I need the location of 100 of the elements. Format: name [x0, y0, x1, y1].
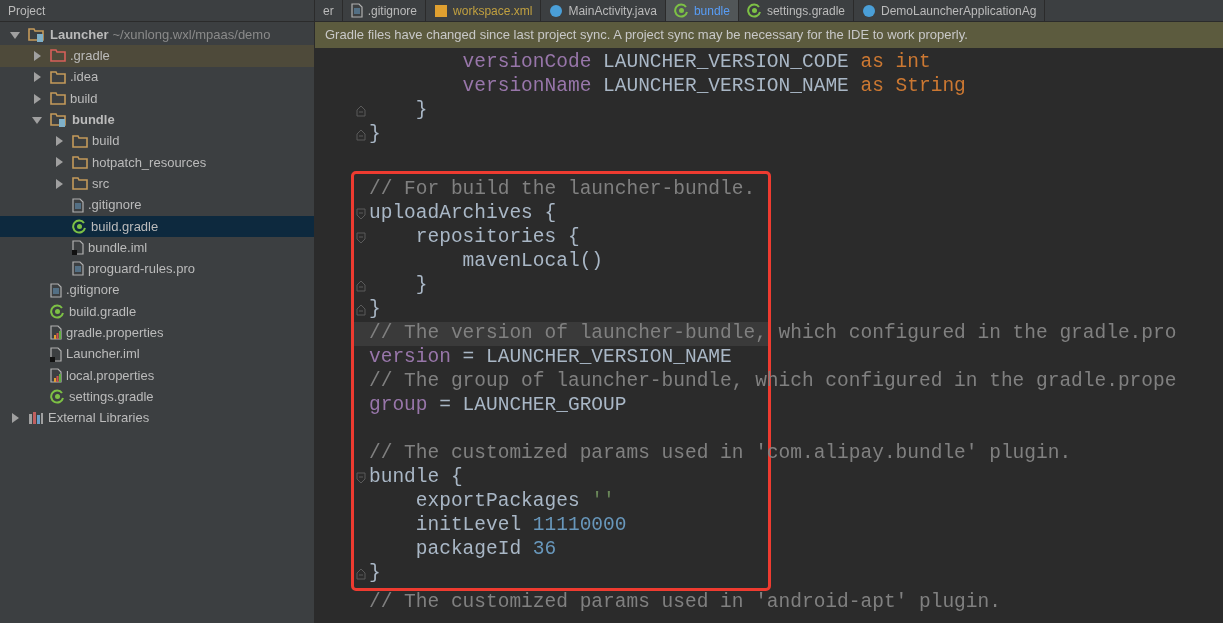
fold-marker-icon[interactable] — [356, 232, 366, 244]
module-folder-icon — [50, 112, 68, 127]
editor-tab[interactable]: settings.gradle — [738, 0, 854, 21]
tab-label: MainActivity.java — [568, 2, 657, 20]
tree-item[interactable]: hotpatch_resources — [0, 151, 314, 174]
code-line: mavenLocal() — [461, 249, 604, 275]
fold-marker-icon[interactable] — [356, 304, 366, 316]
tree-item-label: local.properties — [66, 366, 155, 385]
tree-item-label: gradle.properties — [66, 324, 164, 343]
tree-item[interactable]: .gitignore — [0, 194, 314, 216]
properties-file-icon — [50, 367, 62, 383]
tree-item-label: .gradle — [70, 47, 110, 66]
panel-title: Project — [8, 2, 46, 20]
tree-item-label: External Libraries — [48, 409, 150, 428]
properties-file-icon — [50, 325, 62, 341]
collapse-arrow-icon[interactable] — [32, 114, 42, 125]
fold-marker-icon[interactable] — [356, 568, 366, 580]
notification-text: Gradle files have changed since last project sync. A project sync may be necessary for the IDE to work properly. — [325, 26, 968, 45]
tree-item[interactable]: gradle.properties — [0, 322, 314, 344]
fold-marker-icon[interactable] — [356, 280, 366, 292]
class-icon — [862, 3, 876, 18]
tree-item[interactable]: bundle — [0, 109, 314, 131]
library-icon — [28, 411, 44, 425]
code-line: version = LAUNCHER_VERSION_NAME — [369, 345, 732, 371]
code-line: exportPackages '' — [414, 489, 615, 515]
tree-item[interactable]: .gradle — [0, 45, 314, 67]
code-line: // The customized params used in 'android-apt' plugin. — [369, 590, 1001, 616]
gradle-file-icon — [50, 389, 65, 405]
fold-marker-icon[interactable] — [356, 105, 366, 117]
project-path: ~/xunlong.wxl/mpaas/demo — [112, 25, 271, 44]
fold-marker-icon[interactable] — [356, 129, 366, 141]
tree-item-label: Launcher — [50, 25, 109, 44]
code-line: // For build the launcher-bundle. — [369, 177, 756, 203]
tree-item-label: bundle.iml — [88, 238, 148, 257]
code-line: } — [414, 273, 428, 299]
tree-item[interactable]: proguard-rules.pro — [0, 258, 314, 280]
tree-item[interactable]: local.properties — [0, 364, 314, 387]
module-file-icon — [72, 240, 84, 256]
gradle-file-icon — [746, 3, 762, 18]
code-line: // The version of launcher-bundle, which configured in the gradle.pro — [369, 321, 1177, 347]
expand-arrow-icon[interactable] — [54, 178, 64, 189]
tree-item-label: proguard-rules.pro — [88, 260, 195, 279]
tree-item[interactable]: build — [0, 87, 314, 110]
tab-label: er — [323, 2, 334, 20]
expand-arrow-icon[interactable] — [54, 157, 64, 168]
code-line: repositories { — [414, 225, 580, 251]
tree-item[interactable]: src — [0, 173, 314, 195]
tab-label: workspace.xml — [453, 2, 533, 20]
tree-item[interactable]: build.gradle — [0, 215, 314, 237]
gradle-file-icon — [673, 3, 689, 18]
tree-item[interactable]: .gitignore — [0, 279, 314, 301]
tree-item-label: bundle — [72, 111, 115, 130]
collapse-arrow-icon[interactable] — [10, 29, 20, 40]
tab-label: DemoLauncherApplicationAg — [881, 2, 1037, 20]
tree-item[interactable]: build.gradle — [0, 300, 314, 323]
expand-arrow-icon[interactable] — [54, 136, 64, 147]
editor-tab[interactable]: .gitignore — [342, 0, 427, 21]
code-line: } — [369, 561, 381, 587]
text-file-icon — [72, 261, 84, 277]
code-line: packageId 36 — [414, 537, 557, 563]
tree-item-label: settings.gradle — [69, 387, 154, 406]
tree-item-label: build.gradle — [69, 302, 137, 321]
text-file-icon — [72, 197, 84, 213]
expand-arrow-icon[interactable] — [10, 413, 20, 423]
folder-icon — [72, 155, 88, 169]
tree-item[interactable]: Launcher.iml — [0, 343, 314, 365]
editor-tab[interactable]: DemoLauncherApplicationAg — [854, 0, 1046, 21]
module-file-icon — [50, 346, 62, 362]
tree-item-label: Launcher.iml — [66, 345, 140, 364]
tree-item[interactable]: bundle.iml — [0, 236, 314, 259]
tab-label: bundle — [693, 2, 730, 20]
expand-arrow-icon[interactable] — [32, 72, 42, 83]
tree-item-label: build — [70, 89, 98, 108]
tree-item-label: build — [92, 132, 120, 151]
folder-icon — [50, 92, 66, 106]
tree-item-label: src — [92, 174, 110, 193]
xml-file-icon — [434, 3, 449, 18]
code-line: } — [414, 98, 428, 124]
tree-item[interactable]: build — [0, 130, 314, 152]
code-line: versionName LAUNCHER_VERSION_NAME as String — [461, 74, 966, 100]
expand-arrow-icon[interactable] — [32, 93, 42, 104]
code-line: versionCode LAUNCHER_VERSION_CODE as int — [461, 50, 931, 76]
code-line: uploadArchives { — [369, 201, 557, 227]
tree-item-label: .idea — [70, 68, 99, 87]
expand-arrow-icon[interactable] — [32, 50, 42, 61]
editor-tab[interactable]: workspace.xml — [426, 0, 542, 21]
fold-marker-icon[interactable] — [356, 208, 366, 220]
folder-icon — [72, 177, 88, 191]
editor-tab[interactable]: er — [315, 0, 343, 21]
tree-item[interactable]: .idea — [0, 66, 314, 88]
tree-item-label: hotpatch_resources — [92, 153, 207, 172]
tree-item[interactable]: External Libraries — [0, 407, 314, 429]
fold-marker-icon[interactable] — [356, 472, 366, 484]
tree-item[interactable]: settings.gradle — [0, 386, 314, 408]
editor-tab[interactable]: MainActivity.java — [541, 0, 666, 21]
tree-item-label: .gitignore — [66, 281, 120, 300]
tree-item[interactable]: Launcher ~/xunlong.wxl/mpaas/demo — [0, 24, 314, 46]
module-folder-icon — [28, 27, 46, 42]
tree-item-label: .gitignore — [88, 196, 142, 215]
folder-icon — [72, 134, 88, 148]
